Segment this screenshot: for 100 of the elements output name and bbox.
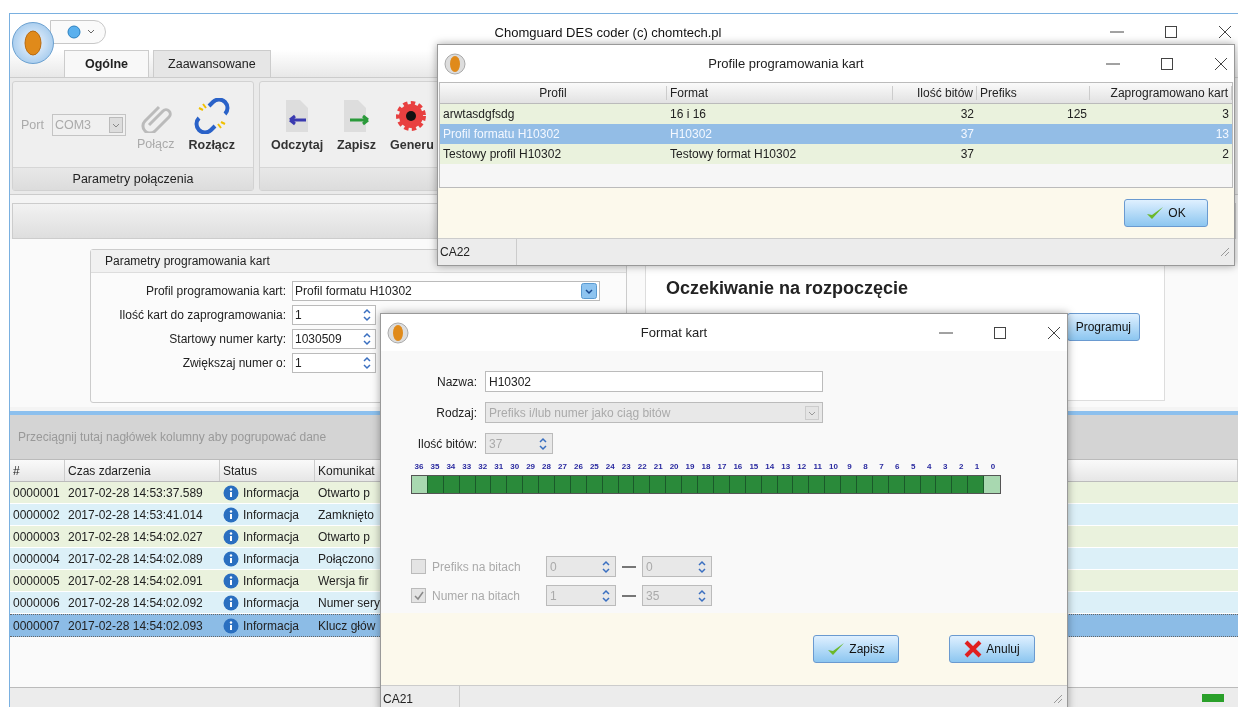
bit-number: 28 — [541, 462, 552, 471]
number-spinner[interactable]: 1030509 — [292, 329, 376, 349]
bit-number: 14 — [764, 462, 776, 471]
bit-number: 10 — [828, 462, 839, 471]
field-label: Startowy numer karty: — [168, 332, 286, 346]
spin-arrows-icon — [361, 331, 373, 347]
bit-number: 1 — [973, 462, 981, 471]
maximize-icon — [993, 325, 1007, 340]
table-row[interactable]: arwtasdgfsdg 16 i 16 32 125 3 — [440, 104, 1232, 124]
bit-number: 17 — [716, 462, 728, 471]
field-label: Profil programowania kart: — [144, 284, 286, 298]
bit-number: 4 — [926, 462, 933, 471]
bit-number: 27 — [557, 462, 568, 471]
info-icon — [223, 617, 239, 634]
bit-number: 20 — [668, 462, 680, 471]
bit-number: 29 — [525, 462, 537, 471]
bit-number: 26 — [572, 462, 584, 471]
caret-icon — [87, 29, 95, 35]
minimize-icon — [1106, 62, 1120, 65]
bit-number: 0 — [989, 462, 997, 471]
column-header[interactable]: Czas zdarzenia — [65, 460, 220, 481]
bit-number: 30 — [509, 462, 521, 471]
app-logo-icon — [22, 28, 44, 58]
checkmark-icon — [1146, 206, 1165, 220]
bit-number: 11 — [812, 462, 823, 471]
window-title: Chomguard DES coder (c) chomtech.pl — [493, 24, 723, 40]
checkmark-icon — [413, 590, 424, 601]
spin-arrows-icon — [361, 355, 373, 371]
ribbon-tab[interactable]: Zaawansowane — [153, 50, 271, 77]
app-logo-icon — [387, 321, 409, 344]
group-label: Parametry połączenia — [72, 172, 194, 186]
status-message: Oczekiwanie na rozpoczęcie — [666, 278, 910, 299]
ribbon-button[interactable]: Odczytaj — [268, 95, 327, 154]
dialog-title: Profile programowania kart — [707, 56, 865, 71]
field-label: Rodzaj: — [435, 405, 477, 420]
minimize-icon — [1110, 31, 1124, 33]
bit-number: 33 — [461, 462, 473, 471]
maximize-icon — [1164, 25, 1178, 39]
bit-number: 22 — [636, 462, 648, 471]
close-icon — [1218, 25, 1232, 39]
field-label: Ilość kart do zaprogramowania: — [118, 308, 286, 322]
close-icon — [1214, 56, 1228, 71]
minimize-icon — [939, 331, 953, 334]
number-spinner[interactable]: 1 — [292, 353, 376, 373]
bit-number: 19 — [684, 462, 696, 471]
resize-grip-icon — [1053, 694, 1063, 704]
bit-number: 7 — [878, 462, 885, 471]
bit-number: 13 — [780, 462, 792, 471]
broken-link-icon — [192, 97, 231, 134]
cancel-button[interactable]: Anuluj — [949, 635, 1035, 663]
number-spinner[interactable]: 1 — [292, 305, 376, 325]
quick-access-toolbar[interactable] — [50, 20, 106, 44]
field-label: Ilość bitów: — [416, 436, 477, 451]
field-label: Zwiększaj numer o: — [181, 356, 286, 370]
bit-number: 35 — [429, 462, 441, 471]
name-input[interactable]: H10302 — [485, 371, 823, 392]
bit-number: 15 — [748, 462, 760, 471]
bit-number: 16 — [732, 462, 744, 471]
column-header[interactable]: Format — [667, 86, 893, 100]
bit-number: 21 — [652, 462, 664, 471]
bit-number: 12 — [796, 462, 808, 471]
table-row[interactable]: Testowy profil H10302 Testowy format H10302 37 2 — [440, 144, 1232, 164]
ok-button[interactable]: OK — [1124, 199, 1208, 227]
checkmark-icon — [827, 642, 846, 656]
bit-number: 5 — [910, 462, 917, 471]
bit-number: 8 — [862, 462, 869, 471]
column-header[interactable]: # — [10, 460, 65, 481]
spin-arrows-icon — [600, 587, 612, 604]
column-header[interactable]: Prefiks — [977, 86, 1090, 100]
bit-number: 24 — [604, 462, 616, 471]
close-icon — [1047, 325, 1061, 340]
bit-number: 31 — [493, 462, 505, 471]
ribbon-tab[interactable]: Ogólne — [64, 50, 150, 77]
bit-number: 25 — [588, 462, 600, 471]
bit-number: 18 — [700, 462, 712, 471]
status-code: CA21 — [383, 686, 460, 707]
column-header[interactable]: Zaprogramowano kart — [1090, 86, 1232, 100]
bit-number: 2 — [957, 462, 965, 471]
column-header[interactable]: Status — [220, 460, 315, 481]
circle-icon — [67, 25, 81, 39]
column-header[interactable]: Profil — [440, 86, 667, 100]
bit-number: 23 — [620, 462, 632, 471]
ribbon-button[interactable]: Rozłącz — [185, 95, 238, 154]
program-button[interactable]: Programuj — [1066, 313, 1140, 341]
app-logo-icon — [444, 52, 466, 75]
save-button[interactable]: Zapisz — [813, 635, 899, 663]
status-code: CA22 — [440, 239, 517, 265]
column-header[interactable]: Ilość bitów — [893, 86, 977, 100]
spin-arrows-icon — [696, 558, 708, 575]
maximize-icon — [1160, 56, 1174, 71]
field-label: Nazwa: — [436, 374, 477, 389]
spin-arrows-icon — [537, 435, 549, 452]
ribbon-button[interactable]: Zapisz — [334, 95, 379, 154]
spin-arrows-icon — [696, 587, 708, 604]
profile-dropdown[interactable]: Profil formatu H10302 — [292, 281, 600, 301]
x-icon — [964, 640, 983, 658]
resize-grip-icon — [1220, 247, 1230, 257]
dialog-title: Format kart — [639, 325, 709, 340]
ribbon-button[interactable]: Generu — [387, 95, 437, 154]
bit-number: 9 — [846, 462, 853, 471]
